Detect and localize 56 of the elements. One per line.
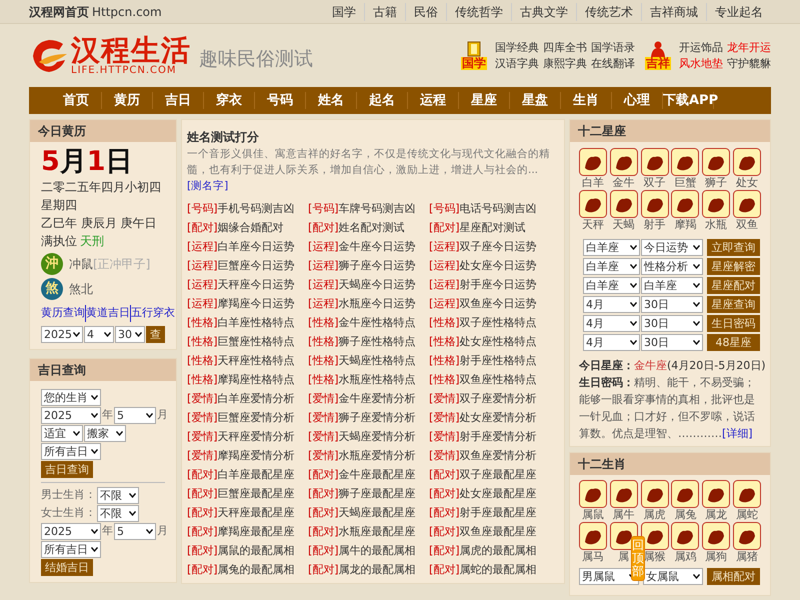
animal-label: 属马 — [582, 550, 604, 564]
intro-paragraph: 一个音形义俱佳、寓意吉祥的好名字，不仅是传统文化与现代文化融合的精髓，也有利于促进人际关系，增加自信心，激励上进，增进人与社会的... [测名字] — [187, 147, 551, 194]
badge-label: 国学 — [461, 57, 487, 70]
date-range: (4月20日-5月20日) — [667, 358, 766, 374]
panel-title: 十二星座 — [570, 120, 770, 142]
section-title: 姓名测试打分 — [187, 129, 260, 146]
animal-label: 属狗 — [705, 550, 728, 564]
sign-label: 天蝎 — [612, 218, 635, 232]
slogan: 趣味民俗测试 — [199, 47, 313, 72]
form-label: 年 — [102, 522, 113, 539]
animal-label: 属兔 — [674, 508, 696, 522]
sign-label: 摩羯 — [674, 218, 696, 232]
almanac-line: 星期四 — [41, 197, 78, 214]
almanac-line: 二零二五年四月小初四 — [41, 179, 162, 196]
animal-label: 属 — [618, 550, 630, 564]
today-label: 今日星座： — [579, 358, 634, 374]
logo-url: LIFE.HTTPCN.COM — [71, 65, 178, 76]
sign-label: 处女 — [736, 176, 758, 190]
panel-title: 十二生肖 — [570, 453, 770, 475]
panel-title: 吉日查询 — [30, 358, 176, 380]
form-label: 月 — [157, 522, 168, 539]
animal-label: 属牛 — [612, 508, 635, 522]
sign-label: 双鱼 — [736, 218, 758, 232]
logo-title: 汉程生活 — [71, 35, 191, 65]
animal-label: 属猴 — [644, 550, 666, 564]
mark-text: 煞北 — [69, 281, 93, 298]
sign-label: 水瓶 — [705, 218, 728, 232]
form-label: 月 — [157, 406, 168, 423]
domain-text: Httpcn.com — [92, 4, 162, 20]
mark-text: 冲鼠 — [69, 256, 93, 273]
sign-label: 狮子 — [705, 176, 728, 190]
animal-label: 属鸡 — [674, 550, 696, 564]
sign-label: 金牛 — [612, 176, 635, 190]
form-label: 女士生肖： — [41, 504, 96, 521]
form-label: 男士生肖： — [41, 486, 96, 503]
animal-label: 属猪 — [736, 550, 758, 564]
sign-label: 双子 — [644, 176, 666, 190]
sign-label: 巨蟹 — [674, 176, 696, 190]
round-badge: 煞 — [41, 278, 63, 300]
sign-label: 白羊 — [582, 176, 604, 190]
form-label: 年 — [102, 406, 113, 423]
duty-label: 满执位 — [41, 233, 77, 250]
panel-title: 今日黄历 — [30, 120, 176, 142]
almanac-line: 乙巳年 庚辰月 庚午日 — [41, 215, 158, 232]
animal-label: 属龙 — [705, 508, 728, 522]
duty-value: 天刑 — [80, 233, 104, 250]
sign-label: 天秤 — [582, 218, 604, 232]
badge-label: 吉祥 — [645, 57, 671, 70]
date-heading: 5月 1日 — [41, 146, 133, 178]
animal-label: 属虎 — [644, 508, 666, 522]
animal-label: 属蛇 — [736, 508, 758, 522]
animal-label: 属鼠 — [582, 508, 604, 522]
mark-note: [正冲甲子] — [93, 256, 150, 273]
round-badge: 沖 — [41, 253, 63, 275]
sign-label: 射手 — [644, 218, 666, 232]
birthday-paragraph: 生日密码：精明、能干，不易受骗；能够一眼看穿事情的真相，批评也是一针见血；口才好，但不罗嗦，说话算数。优点是理智、…………[详细] — [579, 375, 756, 442]
